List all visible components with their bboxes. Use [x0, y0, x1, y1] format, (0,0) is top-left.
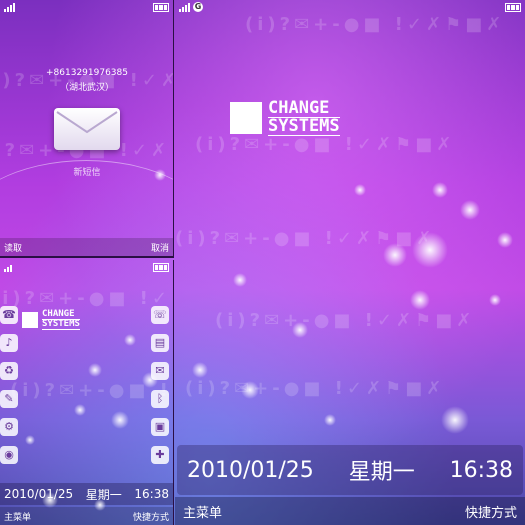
sender-number: +8613291976385 — [46, 68, 128, 78]
time-text: 16:38 — [134, 487, 169, 501]
status-bar — [0, 0, 173, 14]
softkey-bar: 主菜单 快捷方式 — [175, 497, 525, 525]
recycle-icon[interactable]: ♻ — [0, 362, 18, 380]
status-bar — [0, 260, 173, 274]
signal-icon — [4, 262, 12, 272]
date-text: 2010/01/25 — [4, 487, 74, 501]
home-screen-large: G (i)?✉+-●■ !✓✗⚑■✗ (i)?✉+-●■ !✓✗⚑■✗ (i)?… — [175, 0, 525, 525]
cancel-softkey[interactable]: 取消 — [151, 241, 169, 254]
watermark: (i)?✉+-●■ !✓✗⚑■✗ — [195, 134, 456, 155]
weekday-text: 星期一 — [348, 460, 415, 485]
signal-icon — [179, 2, 190, 12]
battery-icon — [505, 2, 521, 12]
phone-icon[interactable]: ☏ — [151, 306, 169, 324]
weekday-text: 星期一 — [85, 487, 122, 502]
game-icon[interactable]: ✚ — [151, 446, 169, 464]
watermark: (i)?✉+-●■ !✓✗⚑■✗ — [10, 380, 173, 401]
date-text: 2010/01/25 — [187, 457, 314, 483]
left-shortcut-column: ☎ ♪ ♻ ✎ ⚙ ◉ — [0, 306, 20, 464]
music-icon[interactable]: ♪ — [0, 334, 18, 352]
contact-icon[interactable]: ☎ — [0, 306, 18, 324]
status-bar: G — [175, 0, 525, 14]
read-softkey[interactable]: 读取 — [4, 241, 22, 254]
logo-line2: SYSTEMS — [42, 319, 80, 330]
clock-bar: 2010/01/25 星期一 16:38 — [177, 445, 523, 495]
softkey-bar: 读取 取消 — [0, 238, 173, 256]
main-menu-softkey[interactable]: 主菜单 — [4, 510, 31, 523]
softkey-bar: 主菜单 快捷方式 — [0, 507, 173, 525]
camera-icon[interactable]: ◉ — [0, 446, 18, 464]
settings-icon[interactable]: ⚙ — [0, 418, 18, 436]
car-icon[interactable]: ▣ — [151, 418, 169, 436]
change-systems-logo: CHANGE SYSTEMS — [230, 100, 340, 136]
watermark: (i)?✉+-●■ !✓✗⚑■✗ — [185, 378, 446, 399]
network-badge: G — [193, 2, 203, 12]
watermark: (i)?✉+-●■ !✓✗⚑■✗ — [0, 288, 173, 309]
signal-icon — [4, 2, 15, 12]
shortcuts-softkey[interactable]: 快捷方式 — [133, 510, 169, 523]
message-icon[interactable]: ✉ — [151, 362, 169, 380]
folder-icon[interactable]: ▤ — [151, 334, 169, 352]
watermark: (i)?✉+-●■ !✓✗⚑■✗ — [175, 228, 436, 249]
envelope-icon[interactable] — [54, 108, 120, 150]
tools-icon[interactable]: ✎ — [0, 390, 18, 408]
new-message-hint: 新短信 — [73, 168, 101, 178]
battery-icon — [153, 262, 169, 272]
right-shortcut-column: ☏ ▤ ✉ ᛒ ▣ ✚ — [151, 306, 171, 464]
change-systems-logo: CHANGE SYSTEMS — [22, 310, 80, 330]
home-screen-small: (i)?✉+-●■ !✓✗⚑■✗ (i)?✉+-●■ !✓✗⚑■✗ CHANGE… — [0, 260, 174, 525]
clock-bar: 2010/01/25 星期一 16:38 — [0, 483, 173, 505]
logo-line2: SYSTEMS — [268, 116, 340, 136]
bluetooth-icon[interactable]: ᛒ — [151, 390, 169, 408]
watermark: (i)?✉+-●■ !✓✗⚑■✗ — [245, 14, 506, 35]
shortcuts-softkey[interactable]: 快捷方式 — [465, 502, 517, 521]
battery-icon — [153, 2, 169, 12]
time-text: 16:38 — [449, 457, 513, 483]
watermark: (i)?✉+-●■ !✓✗⚑■✗ — [215, 310, 476, 331]
new-message-screen: (i)?✉+-●■ !✓✗⚑■✗ (i)?✉+-●■ !✓✗⚑■✗ +86132… — [0, 0, 174, 258]
sender-location: （湖北武汉） — [59, 83, 114, 93]
main-menu-softkey[interactable]: 主菜单 — [183, 502, 222, 521]
